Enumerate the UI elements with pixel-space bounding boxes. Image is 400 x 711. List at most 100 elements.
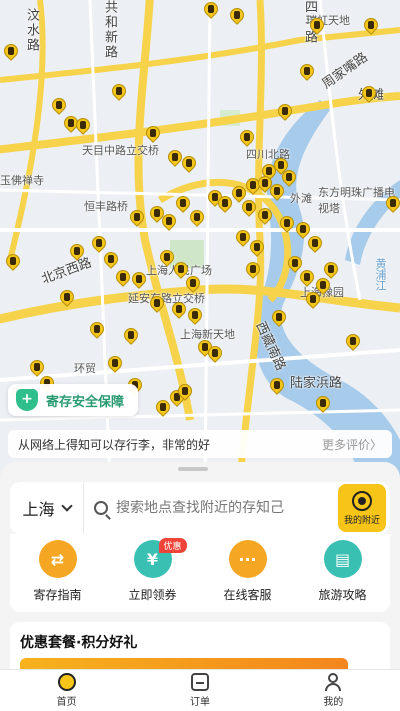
store-pin[interactable] <box>227 5 247 27</box>
tool-get-coupon[interactable]: ¥ 优惠 立即领券 <box>113 538 193 612</box>
tab-label: 我的 <box>323 697 344 708</box>
store-pin[interactable] <box>179 153 199 175</box>
store-pin[interactable] <box>129 269 149 291</box>
store-pin[interactable] <box>101 249 121 271</box>
store-pin[interactable] <box>49 95 69 117</box>
home-icon <box>57 673 76 691</box>
store-pin[interactable] <box>87 319 107 341</box>
store-pin[interactable] <box>113 267 133 289</box>
tab-home[interactable]: 首页 <box>27 670 107 711</box>
safety-label: 寄存安全保障 <box>46 394 125 410</box>
store-pin[interactable] <box>165 147 185 169</box>
sheet-handle[interactable] <box>178 467 208 471</box>
tab-orders[interactable]: 订单 <box>160 670 240 711</box>
store-pin[interactable] <box>159 211 179 233</box>
nearby-label: 我的附近 <box>343 515 380 526</box>
store-map[interactable]: 汶水路 共和新路 四平路 瑞虹天地 周家嘴路 外滩 天目中路立交桥 玉佛禅寺 恒… <box>0 0 400 480</box>
store-pin[interactable] <box>297 267 317 289</box>
store-pin[interactable] <box>109 81 129 103</box>
store-pin[interactable] <box>269 307 289 329</box>
store-pin[interactable] <box>343 331 363 353</box>
store-pin[interactable] <box>105 353 125 375</box>
store-pin[interactable] <box>239 197 259 219</box>
store-pin[interactable] <box>201 0 221 21</box>
more-reviews-link[interactable]: 更多评价〉 <box>322 436 382 453</box>
review-text: 从网络上得知可以存行李，非常的好 <box>18 437 211 452</box>
locate-icon <box>352 490 372 511</box>
quick-tools: ⇄ 寄存指南 ¥ 优惠 立即领券 ··· 在线客服 ▤ 旅游攻略 <box>10 534 390 612</box>
map-label: 玉佛禅寺 <box>0 174 44 187</box>
promo-title: 优惠套餐·积分好礼 <box>20 635 138 651</box>
city-selector[interactable]: 上海 <box>10 482 84 534</box>
search-icon <box>94 501 108 515</box>
store-pin[interactable] <box>383 193 400 215</box>
store-pin[interactable] <box>127 207 147 229</box>
guidebook-icon: ▤ <box>323 540 362 578</box>
store-pin[interactable] <box>237 127 257 149</box>
guide-icon: ⇄ <box>38 540 77 578</box>
tool-label: 在线客服 <box>223 588 272 602</box>
store-pin[interactable] <box>305 233 325 255</box>
store-pin[interactable] <box>215 193 235 215</box>
store-pin[interactable] <box>359 83 379 105</box>
store-pin[interactable] <box>297 61 317 83</box>
store-pin[interactable] <box>67 241 87 263</box>
store-pin[interactable] <box>175 381 195 403</box>
review-ticker[interactable]: 从网络上得知可以存行李，非常的好 更多评价〉 <box>8 430 392 458</box>
map-label: 恒丰路桥 <box>84 200 128 213</box>
store-pin[interactable] <box>143 123 163 145</box>
tool-online-service[interactable]: ··· 在线客服 <box>208 540 288 612</box>
store-pin[interactable] <box>183 273 203 295</box>
store-pin[interactable] <box>57 287 77 309</box>
store-pin[interactable] <box>313 393 333 415</box>
store-pin[interactable] <box>279 167 299 189</box>
shield-icon: + <box>16 389 38 411</box>
discount-badge: 优惠 <box>158 538 187 553</box>
store-pin[interactable] <box>361 15 381 37</box>
store-pin[interactable] <box>307 15 327 37</box>
tool-label: 立即领券 <box>128 588 177 602</box>
search-input[interactable] <box>116 500 296 516</box>
tool-travel-guide[interactable]: ▤ 旅游攻略 <box>303 540 383 612</box>
store-pin[interactable] <box>187 207 207 229</box>
store-pin[interactable] <box>247 237 267 259</box>
store-pin[interactable] <box>303 289 323 311</box>
store-pin[interactable] <box>157 247 177 269</box>
store-pin[interactable] <box>153 397 173 419</box>
chat-icon: ··· <box>228 540 267 578</box>
safety-guarantee-button[interactable]: + 寄存安全保障 <box>8 384 139 416</box>
tab-label: 首页 <box>56 697 77 708</box>
tool-storage-guide[interactable]: ⇄ 寄存指南 <box>18 540 98 612</box>
store-pin[interactable] <box>275 101 295 123</box>
map-label: 共和新路 <box>102 0 117 60</box>
tool-label: 寄存指南 <box>33 588 82 602</box>
store-pin[interactable] <box>169 299 189 321</box>
search-field[interactable] <box>84 482 338 534</box>
store-pin[interactable] <box>267 375 287 397</box>
store-pin[interactable] <box>277 213 297 235</box>
search-card: 上海 我的附近 <box>10 482 390 534</box>
map-label: 黄浦江 <box>374 258 387 291</box>
map-label: 外滩 <box>290 192 312 205</box>
store-pin[interactable] <box>121 325 141 347</box>
store-pin[interactable] <box>255 205 275 227</box>
tab-profile[interactable]: 我的 <box>293 670 373 711</box>
map-label: 环贸 <box>74 362 96 375</box>
tab-label: 订单 <box>189 697 210 708</box>
store-pin[interactable] <box>3 251 23 273</box>
store-pin[interactable] <box>233 227 253 249</box>
store-pin[interactable] <box>267 181 287 203</box>
store-pin[interactable] <box>185 305 205 327</box>
store-pin[interactable] <box>147 293 167 315</box>
nearby-button[interactable]: 我的附近 <box>338 484 386 532</box>
store-pin[interactable] <box>321 259 341 281</box>
store-pin[interactable] <box>205 343 225 365</box>
store-pin[interactable] <box>73 115 93 137</box>
store-pin[interactable] <box>243 259 263 281</box>
tool-label: 旅游攻略 <box>318 588 367 602</box>
map-label: 汶水路 <box>24 8 39 53</box>
order-icon <box>190 673 209 691</box>
chevron-down-icon <box>60 500 73 512</box>
store-pin[interactable] <box>173 193 193 215</box>
store-pin[interactable] <box>1 41 21 63</box>
